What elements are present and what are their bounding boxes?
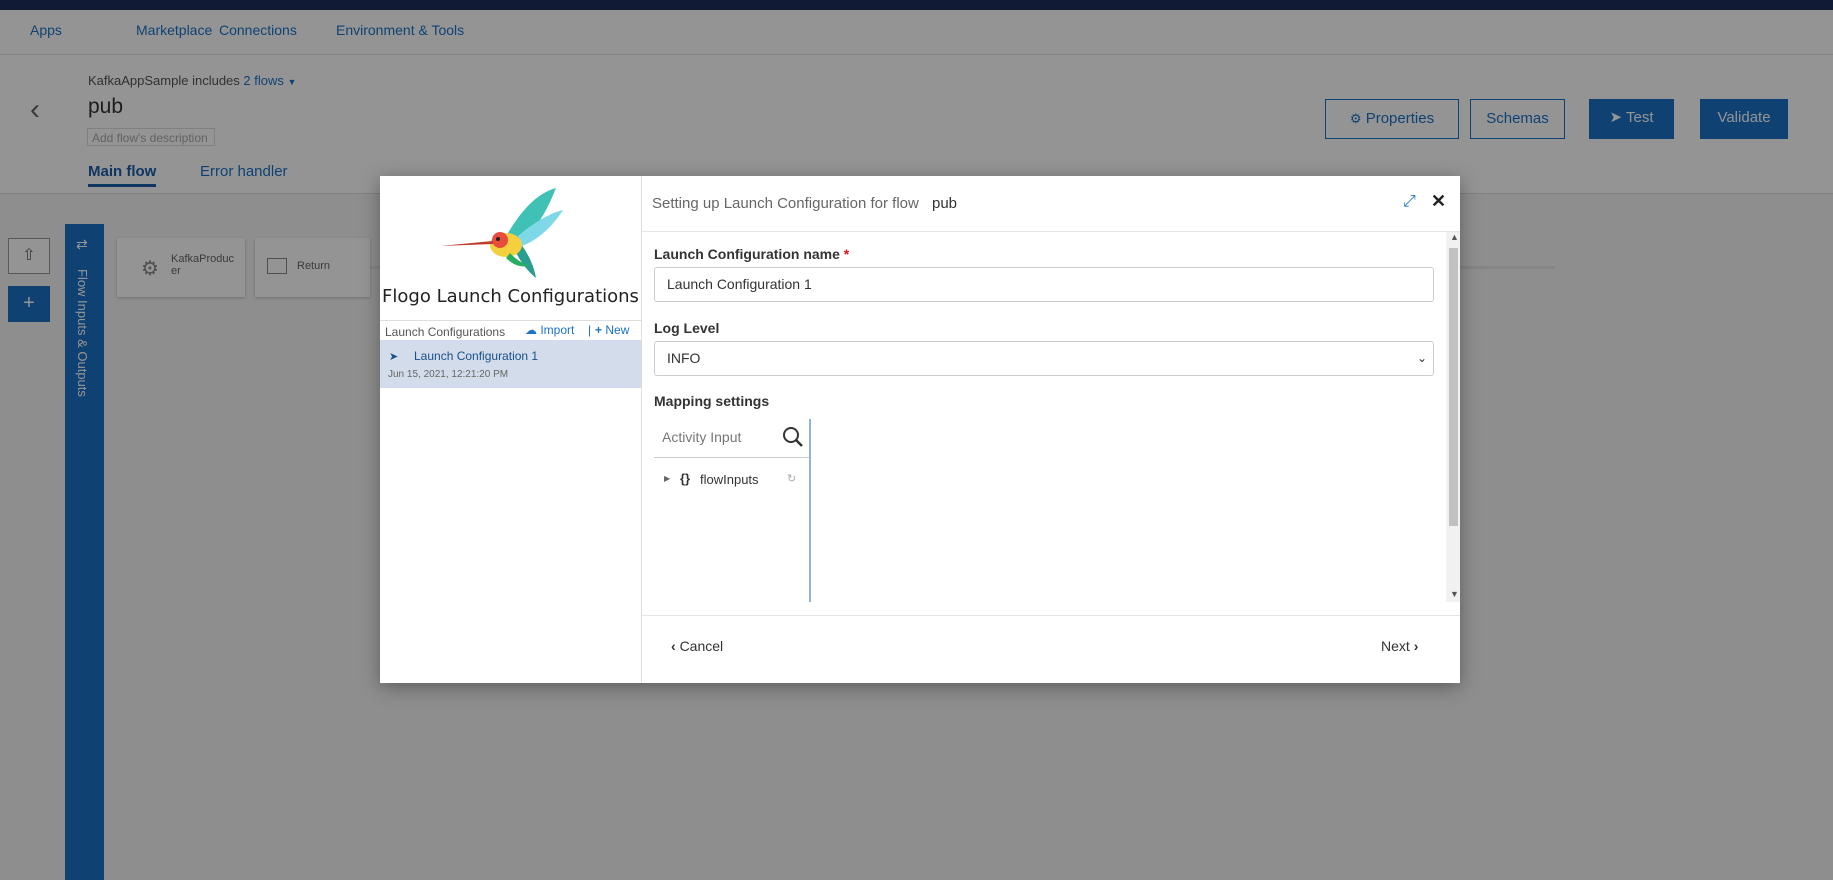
scroll-thumb[interactable] (1449, 248, 1458, 526)
cloud-upload-icon: ☁ (525, 323, 537, 337)
launch-config-title: Flogo Launch Configurations (382, 286, 639, 307)
dialog-footer: ‹ Cancel Next › (641, 615, 1460, 684)
list-item-date: Jun 15, 2021, 12:21:20 PM (388, 369, 509, 380)
tree-node-label: flowInputs (700, 472, 759, 487)
form-scrollbar[interactable]: ▲ ▼ (1446, 232, 1460, 602)
plus-icon: + (595, 323, 603, 337)
dialog-flow-name: pub (932, 195, 958, 212)
import-button[interactable]: ☁ Import (525, 323, 574, 337)
list-item-name: Launch Configuration 1 (414, 349, 539, 363)
rocket-icon: ➤ (389, 351, 399, 363)
cancel-label: Cancel (679, 638, 724, 654)
search-icon[interactable] (782, 426, 804, 448)
caret-right-icon[interactable]: ▶ (664, 474, 670, 483)
log-level-label: Log Level (654, 320, 720, 336)
activity-input-search[interactable]: Activity Input (654, 419, 809, 458)
list-header-label: Launch Configurations (385, 325, 506, 339)
log-level-value: INFO (667, 350, 701, 366)
scroll-down-icon[interactable]: ▼ (1450, 589, 1459, 599)
launch-config-sidebar: Flogo Launch Configurations Launch Confi… (380, 176, 642, 683)
launch-config-form: Launch Configuration name * Launch Confi… (641, 232, 1446, 602)
required-marker: * (843, 246, 850, 262)
launch-config-dialog: Flogo Launch Configurations Launch Confi… (380, 176, 1460, 683)
next-button[interactable]: Next › (1381, 638, 1418, 654)
chevron-right-icon: › (1413, 638, 1419, 654)
chevron-down-icon: ⌄ (1416, 351, 1427, 365)
hummingbird-logo-icon (440, 188, 563, 278)
new-label: New (605, 323, 630, 337)
link-icon: ↻ (787, 473, 797, 485)
import-label: Import (540, 323, 575, 337)
log-level-select[interactable]: INFO ⌄ (654, 341, 1434, 376)
launch-config-list-header: Launch Configurations ☁ Import | + New (380, 320, 641, 341)
config-name-label-text: Launch Configuration name (654, 246, 840, 262)
new-button[interactable]: + New (595, 323, 629, 337)
cancel-button[interactable]: ‹ Cancel (671, 638, 723, 654)
object-braces-icon: {} (680, 471, 691, 486)
config-name-input[interactable]: Launch Configuration 1 (654, 267, 1434, 302)
separator: | (588, 323, 592, 337)
tree-node-flowinputs[interactable]: ▶ {} flowInputs ↻ (664, 471, 809, 489)
chevron-left-icon: ‹ (671, 638, 676, 654)
dialog-header: Setting up Launch Configuration for flow… (641, 176, 1460, 232)
mapping-settings-label: Mapping settings (654, 393, 770, 409)
close-icon[interactable]: ✕ (1431, 191, 1446, 212)
dialog-title: Setting up Launch Configuration for flow (652, 195, 919, 212)
config-name-label: Launch Configuration name * (654, 246, 849, 262)
activity-input-placeholder: Activity Input (662, 429, 742, 445)
activity-input-panel: Activity Input ▶ {} flowInputs ↻ (654, 419, 811, 602)
next-label: Next (1381, 638, 1410, 654)
list-item[interactable]: ➤ Launch Configuration 1 Jun 15, 2021, 1… (380, 340, 641, 388)
expand-icon[interactable]: ⤢ (1403, 193, 1416, 211)
scroll-up-icon[interactable]: ▲ (1450, 232, 1459, 242)
